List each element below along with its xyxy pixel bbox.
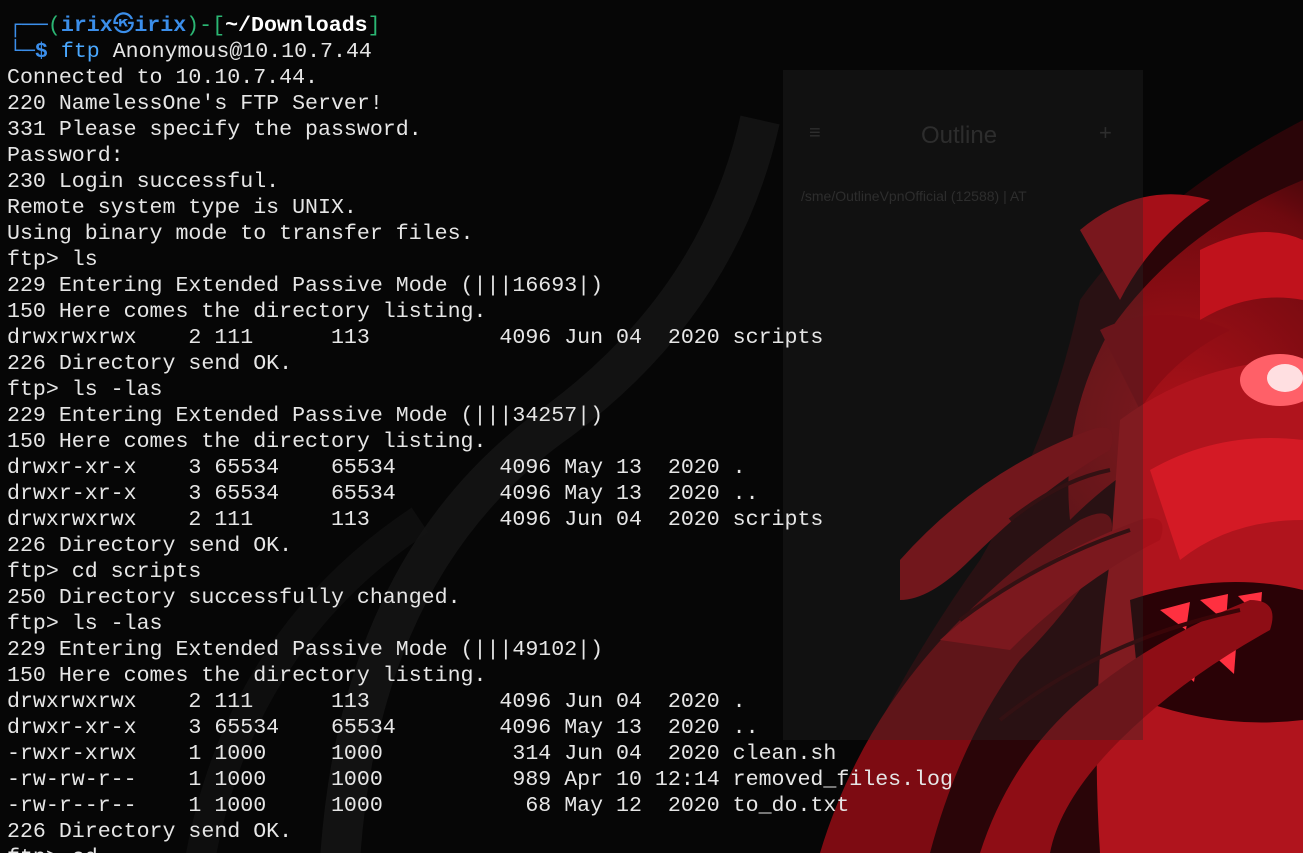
terminal-line: 229 Entering Extended Passive Mode (|||4… <box>7 638 604 662</box>
prompt-at-symbol: ㉿ <box>112 14 135 38</box>
prompt-dash: - <box>199 14 213 38</box>
terminal-line: ftp> cd scripts <box>7 560 202 584</box>
terminal-line: 229 Entering Extended Passive Mode (|||1… <box>7 274 604 298</box>
prompt-line-command: └─$ ftp Anonymous@10.10.7.44 <box>0 39 1303 65</box>
terminal-line: drwxrwxrwx 2 111 113 4096 Jun 04 2020 . <box>7 690 746 714</box>
terminal-line: 226 Directory send OK. <box>7 352 293 376</box>
terminal-window[interactable]: ≡ Outline + /sme/OutlineVpnOfficial (125… <box>0 0 1303 853</box>
terminal-line: Connected to 10.10.7.44. <box>7 66 319 90</box>
terminal-line: 229 Entering Extended Passive Mode (|||3… <box>7 404 604 428</box>
prompt-line-top: ┌──(irix㉿irix)-[~/Downloads] <box>0 13 1303 39</box>
prompt-close-bracket: ] <box>367 14 381 38</box>
terminal-line: 250 Directory successfully changed. <box>7 586 461 610</box>
terminal-line: drwxr-xr-x 3 65534 65534 4096 May 13 202… <box>7 716 759 740</box>
terminal-line: 150 Here comes the directory listing. <box>7 430 487 454</box>
terminal-line: -rw-rw-r-- 1 1000 1000 989 Apr 10 12:14 … <box>7 768 953 792</box>
command-output: Connected to 10.10.7.44. 220 NamelessOne'… <box>0 65 1303 853</box>
terminal-line: Password: <box>7 144 124 168</box>
prompt-close-paren: ) <box>186 14 200 38</box>
terminal-line: 220 NamelessOne's FTP Server! <box>7 92 383 116</box>
terminal-line: ftp> cd .. <box>0 845 1303 853</box>
terminal-line: ftp> ls -las <box>7 378 163 402</box>
prompt-user: irix <box>60 14 113 38</box>
prompt-command: ftp <box>60 40 100 64</box>
terminal-line: -rw-r--r-- 1 1000 1000 68 May 12 2020 to… <box>7 794 850 818</box>
terminal-line: 226 Directory send OK. <box>7 820 293 844</box>
prompt-open-bracket: [ <box>212 14 226 38</box>
terminal-line: drwxrwxrwx 2 111 113 4096 Jun 04 2020 sc… <box>7 508 824 532</box>
terminal-line: ftp> ls <box>7 248 98 272</box>
prompt-dollar: $ <box>34 40 48 64</box>
terminal-line: 230 Login successful. <box>7 170 280 194</box>
terminal-output[interactable]: ┌──(irix㉿irix)-[~/Downloads] └─$ ftp Ano… <box>0 13 1303 853</box>
terminal-line: ftp> ls -las <box>7 612 163 636</box>
terminal-line: 150 Here comes the directory listing. <box>7 300 487 324</box>
terminal-line: drwxrwxrwx 2 111 113 4096 Jun 04 2020 sc… <box>7 326 824 350</box>
terminal-line: drwxr-xr-x 3 65534 65534 4096 May 13 202… <box>7 482 759 506</box>
prompt-command-args: Anonymous@10.10.7.44 <box>112 40 372 64</box>
terminal-line: 226 Directory send OK. <box>7 534 293 558</box>
terminal-line: Using binary mode to transfer files. <box>7 222 474 246</box>
prompt-cwd: ~/Downloads <box>225 14 368 38</box>
prompt-open-paren: ( <box>47 14 61 38</box>
terminal-line: Remote system type is UNIX. <box>7 196 357 220</box>
terminal-line: 150 Here comes the directory listing. <box>7 664 487 688</box>
prompt-host: irix <box>134 14 187 38</box>
terminal-line: -rwxr-xrwx 1 1000 1000 314 Jun 04 2020 c… <box>7 742 837 766</box>
prompt-box-corner: ┌── <box>9 14 48 38</box>
prompt-box-bottom: └─ <box>9 40 35 64</box>
terminal-line: drwxr-xr-x 3 65534 65534 4096 May 13 202… <box>7 456 746 480</box>
terminal-line: 331 Please specify the password. <box>7 118 422 142</box>
